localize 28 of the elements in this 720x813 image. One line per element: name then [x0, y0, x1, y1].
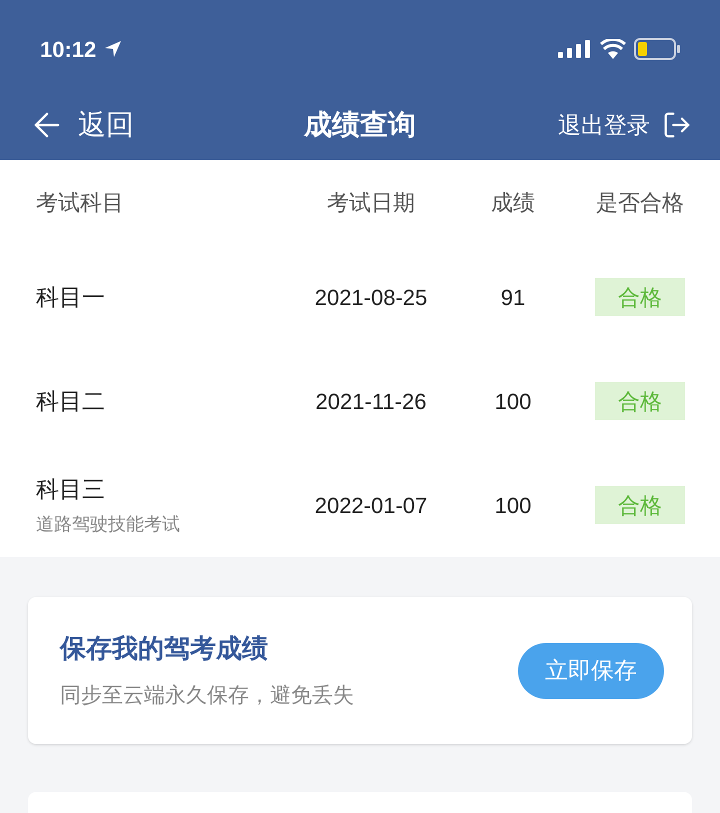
- exam-date: 2021-08-25: [314, 284, 428, 312]
- exam-date: 2021-11-26: [316, 388, 426, 416]
- back-button[interactable]: 返回: [28, 104, 134, 146]
- subject-note: 道路驾驶技能考试: [36, 512, 181, 536]
- subject-text: 科目一: [36, 282, 106, 312]
- logout-icon: [662, 110, 692, 140]
- result-badge: 合格: [595, 486, 685, 524]
- save-title: 保存我的驾考成绩: [60, 632, 269, 666]
- score-text: 100: [494, 388, 532, 416]
- logout-button[interactable]: 退出登录: [558, 108, 692, 142]
- wifi-icon: [600, 39, 626, 59]
- exam-date: 2022-01-07: [314, 492, 428, 520]
- column-header: 成绩: [491, 189, 535, 217]
- result-badge: 合格: [595, 278, 685, 316]
- subject-text: 科目二: [36, 386, 106, 416]
- column-header: 是否合格: [596, 189, 684, 217]
- column-header: 考试日期: [327, 189, 415, 217]
- subject-text: 科目三: [36, 475, 106, 504]
- page-title: 成绩查询: [304, 108, 416, 142]
- status-time: 10:12: [40, 36, 96, 64]
- column-header: 考试科目: [36, 189, 125, 217]
- location-arrow-icon: [104, 40, 122, 58]
- score-text: 100: [494, 492, 532, 520]
- signal-icon: [558, 40, 592, 58]
- result-badge: 合格: [595, 382, 685, 420]
- battery-icon: [634, 38, 680, 60]
- score-text: 91: [500, 284, 526, 312]
- save-subtitle: 同步至云端永久保存，避免丢失: [60, 683, 354, 710]
